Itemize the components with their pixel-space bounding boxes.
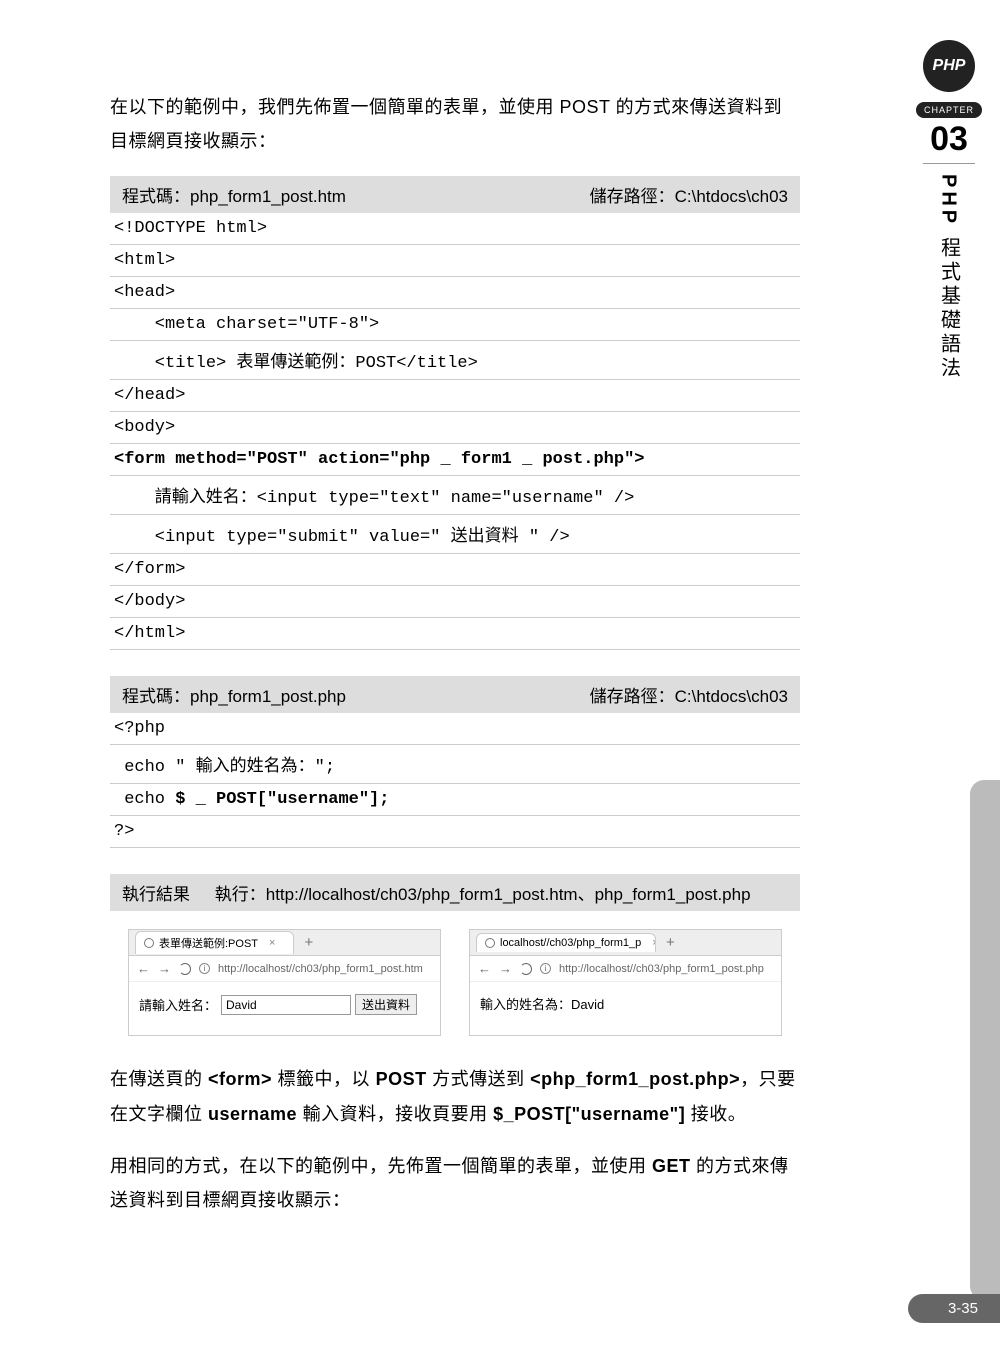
code-line: <?php [110, 713, 800, 745]
page-number: 3-35 [908, 1294, 1000, 1323]
code-block-php: 程式碼：php_form1_post.php 儲存路徑：C:\htdocs\ch… [110, 676, 800, 848]
output-text: 輸入的姓名為：David [480, 994, 604, 1013]
browser-window-1: 表單傳送範例:POST × + ← → i http://localhost//… [128, 929, 441, 1036]
code-line: <!DOCTYPE html> [110, 213, 800, 245]
globe-icon [485, 938, 495, 948]
page-edge-tab [970, 780, 1000, 1300]
address-bar: ← → i http://localhost//ch03/php_form1_p… [129, 956, 440, 982]
close-icon[interactable]: × [652, 937, 656, 949]
close-icon[interactable]: × [269, 937, 275, 949]
back-icon[interactable]: ← [137, 961, 150, 976]
browser-window-2: localhost//ch03/php_form1_p × + ← → i ht… [469, 929, 782, 1036]
code-line: ?> [110, 816, 800, 848]
code-line: echo " 輸入的姓名為："; [110, 745, 800, 784]
site-info-icon[interactable]: i [199, 963, 210, 974]
code-body: <?php echo " 輸入的姓名為："; echo $ _ POST["us… [110, 713, 800, 848]
code-line: 請輸入姓名：<input type="text" name="username"… [110, 476, 800, 515]
explanation-paragraph-1: 在傳送頁的 <form> 標籤中，以 POST 方式傳送到 <php_form1… [110, 1062, 800, 1130]
code-line: <form method="POST" action="php _ form1 … [110, 444, 800, 476]
code-line: </head> [110, 380, 800, 412]
intro-paragraph: 在以下的範例中，我們先佈置一個簡單的表單，並使用 POST 的方式來傳送資料到目… [110, 90, 800, 158]
submit-button[interactable]: 送出資料 [355, 994, 417, 1015]
code-header: 程式碼：php_form1_post.htm 儲存路徑：C:\htdocs\ch… [110, 176, 800, 213]
result-label: 執行結果 [122, 885, 190, 904]
explanation-paragraph-2: 用相同的方式，在以下的範例中，先佈置一個簡單的表單，並使用 GET 的方式來傳送… [110, 1149, 800, 1217]
username-input[interactable] [221, 995, 351, 1015]
result-run-text: http://localhost/ch03/php_form1_post.htm… [266, 885, 751, 904]
page-content-area: 輸入的姓名為：David [470, 982, 781, 1033]
code-line: </body> [110, 586, 800, 618]
form-label: 請輸入姓名： [139, 995, 217, 1014]
code-line: </form> [110, 554, 800, 586]
address-bar: ← → i http://localhost//ch03/php_form1_p… [470, 956, 781, 982]
code-line: </html> [110, 618, 800, 650]
forward-icon[interactable]: → [499, 961, 512, 976]
code-line: echo $ _ POST["username"]; [110, 784, 800, 816]
php-badge-icon: PHP [923, 40, 975, 92]
code-line: <body> [110, 412, 800, 444]
code-line: <input type="submit" value=" 送出資料 " /> [110, 515, 800, 554]
sidebar: PHP CHAPTER 03 PHP 程式基礎語法 [920, 40, 978, 381]
site-info-icon[interactable]: i [540, 963, 551, 974]
page-content-area: 請輸入姓名： 送出資料 [129, 982, 440, 1035]
forward-icon[interactable]: → [158, 961, 171, 976]
chapter-number: 03 [923, 120, 975, 164]
code-path-label: 儲存路徑：C:\htdocs\ch03 [590, 182, 788, 207]
page-content: 在以下的範例中，我們先佈置一個簡單的表單，並使用 POST 的方式來傳送資料到目… [0, 0, 860, 1275]
result-run-label: 執行： [215, 885, 266, 904]
tab-title: 表單傳送範例:POST [159, 935, 258, 951]
code-line: <head> [110, 277, 800, 309]
vtitle-php: PHP [938, 174, 960, 227]
code-file-label: 程式碼：php_form1_post.htm [122, 182, 346, 207]
url-text: http://localhost//ch03/php_form1_post.ht… [218, 963, 423, 975]
chapter-title-vertical: PHP 程式基礎語法 [935, 174, 964, 381]
browser-tabbar: localhost//ch03/php_form1_p × + [470, 930, 781, 956]
reload-icon[interactable] [520, 963, 532, 975]
result-header: 執行結果 執行：http://localhost/ch03/php_form1_… [110, 874, 800, 911]
vtitle-rest: 程式基礎語法 [938, 227, 960, 381]
code-file-label: 程式碼：php_form1_post.php [122, 682, 346, 707]
code-path-label: 儲存路徑：C:\htdocs\ch03 [590, 682, 788, 707]
code-header: 程式碼：php_form1_post.php 儲存路徑：C:\htdocs\ch… [110, 676, 800, 713]
chapter-label: CHAPTER [916, 102, 982, 118]
tab-title: localhost//ch03/php_form1_p [500, 937, 641, 949]
reload-icon[interactable] [179, 963, 191, 975]
globe-icon [144, 938, 154, 948]
code-body: <!DOCTYPE html><html><head> <meta charse… [110, 213, 800, 650]
back-icon[interactable]: ← [478, 961, 491, 976]
url-text: http://localhost//ch03/php_form1_post.ph… [559, 963, 764, 975]
code-line: <meta charset="UTF-8"> [110, 309, 800, 341]
new-tab-button[interactable]: + [666, 934, 675, 951]
code-block-htm: 程式碼：php_form1_post.htm 儲存路徑：C:\htdocs\ch… [110, 176, 800, 650]
browser-tab[interactable]: localhost//ch03/php_form1_p × [476, 933, 656, 952]
code-line: <title> 表單傳送範例：POST</title> [110, 341, 800, 380]
browser-tabbar: 表單傳送範例:POST × + [129, 930, 440, 956]
browser-tab[interactable]: 表單傳送範例:POST × [135, 931, 294, 954]
code-line: <html> [110, 245, 800, 277]
result-block: 執行結果 執行：http://localhost/ch03/php_form1_… [110, 874, 800, 1036]
new-tab-button[interactable]: + [304, 934, 313, 951]
browser-screenshots: 表單傳送範例:POST × + ← → i http://localhost//… [110, 911, 800, 1036]
